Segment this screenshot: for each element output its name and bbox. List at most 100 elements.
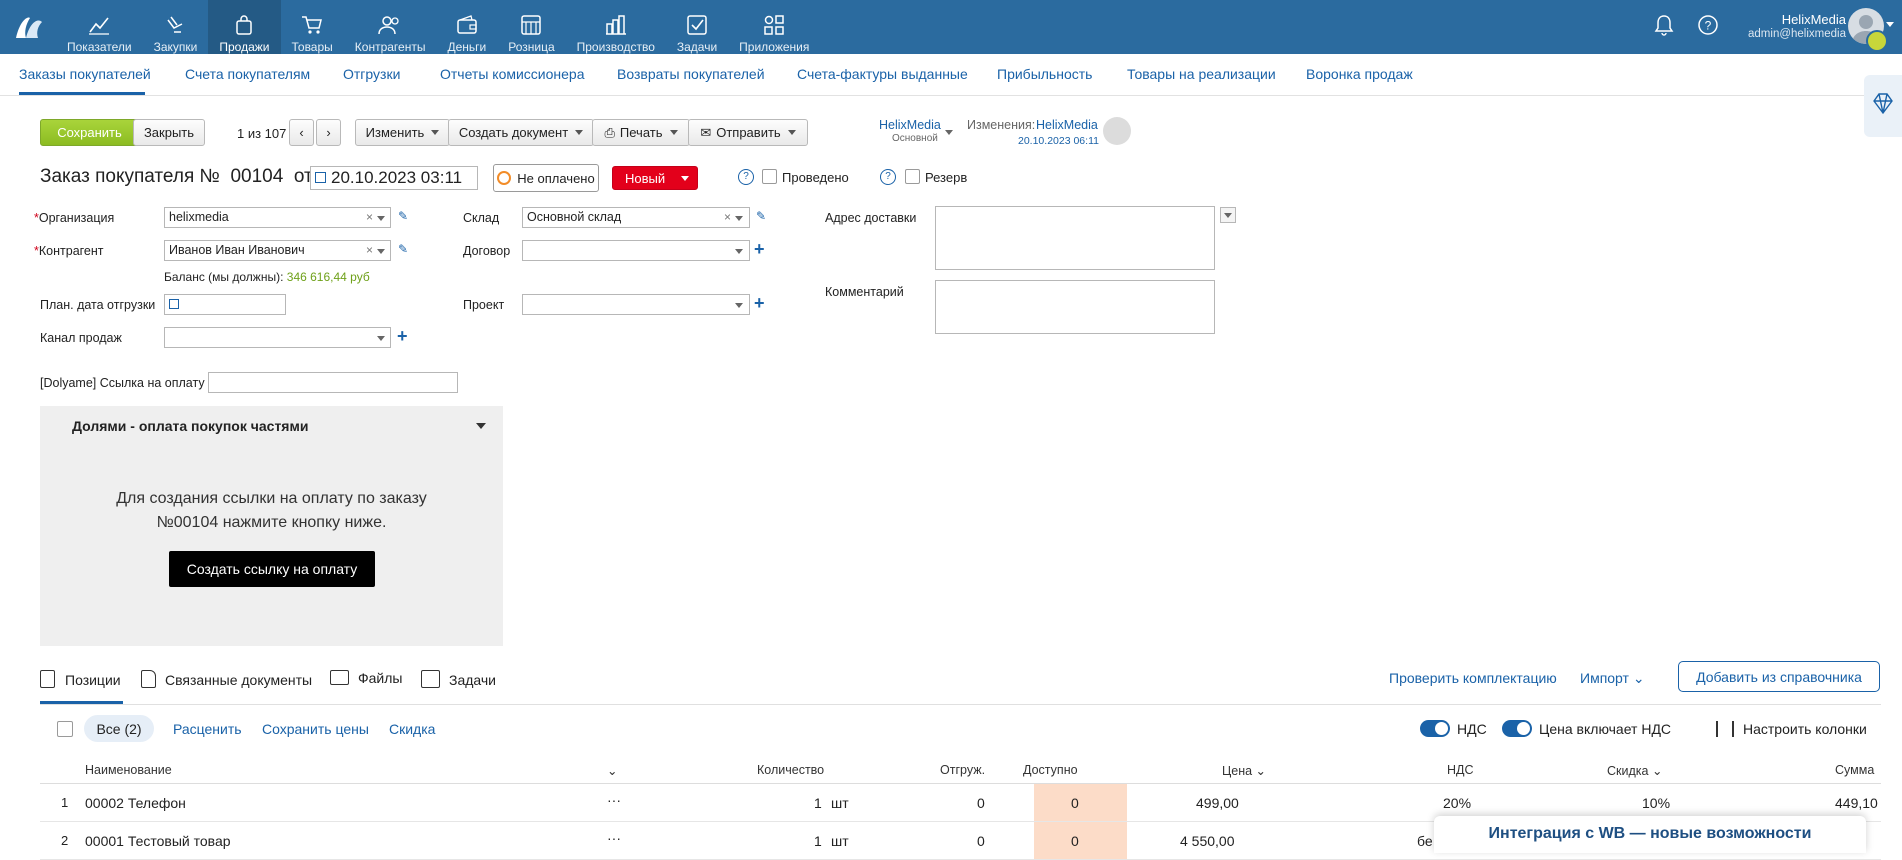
tab-customer-orders[interactable]: Заказы покупателей	[19, 66, 151, 82]
tab-tasks[interactable]: Задачи	[421, 670, 496, 688]
chevron-down-icon[interactable]	[1886, 22, 1894, 27]
tab-customer-returns[interactable]: Возвраты покупателей	[617, 66, 765, 82]
filter-all-chip[interactable]: Все (2)	[84, 715, 154, 742]
chevron-down-icon[interactable]	[377, 249, 385, 254]
changes-user[interactable]: HelixMedia	[1036, 118, 1098, 132]
tab-profitability[interactable]: Прибыльность	[997, 66, 1092, 82]
header-shipped[interactable]: Отгруж.	[940, 763, 985, 777]
status-dropdown[interactable]: Новый	[612, 166, 698, 190]
nav-item-goods[interactable]: Товары	[281, 0, 344, 54]
header-vat[interactable]: НДС	[1447, 763, 1474, 777]
add-icon[interactable]: +	[754, 240, 765, 258]
chevron-down-icon[interactable]	[735, 249, 743, 254]
contractor-field[interactable]: Иванов Иван Иванович	[164, 240, 391, 261]
header-available[interactable]: Доступно	[1023, 763, 1078, 777]
chevron-down-icon[interactable]	[377, 336, 385, 341]
user-info[interactable]: HelixMedia admin@helixmedia	[1730, 12, 1846, 40]
pencil-icon[interactable]: ✎	[756, 209, 766, 223]
contract-field[interactable]	[522, 240, 750, 261]
promo-banner[interactable]: Интеграция с WB — новые возможности	[1434, 816, 1866, 853]
nav-item-purchases[interactable]: Закупки	[143, 0, 209, 54]
comment-field[interactable]	[935, 280, 1215, 334]
save-prices-link[interactable]: Сохранить цены	[262, 721, 369, 737]
more-icon[interactable]: ···	[607, 792, 621, 808]
header-price[interactable]: Цена ⌄	[1222, 763, 1266, 778]
nav-item-dashboard[interactable]: Показатели	[56, 0, 143, 54]
tab-invoices-issued[interactable]: Счета-фактуры выданные	[797, 66, 968, 82]
vat-value[interactable]: 20%	[1443, 795, 1471, 811]
add-icon[interactable]: +	[754, 294, 765, 312]
reprice-link[interactable]: Расценить	[173, 721, 242, 737]
chevron-down-icon[interactable]	[735, 216, 743, 221]
price-value[interactable]: 499,00	[1196, 795, 1239, 811]
tab-customer-invoices[interactable]: Счета покупателям	[185, 66, 310, 82]
clear-icon[interactable]: ×	[366, 210, 373, 224]
nav-item-sales[interactable]: Продажи	[208, 0, 281, 54]
dolyame-link-field[interactable]	[208, 372, 458, 393]
nav-item-apps[interactable]: Приложения	[728, 0, 820, 54]
owner-name[interactable]: HelixMedia	[879, 118, 941, 132]
header-name[interactable]: Наименование	[85, 763, 172, 777]
send-button[interactable]: ✉ Отправить	[688, 119, 808, 146]
diamond-icon[interactable]	[1864, 75, 1902, 137]
select-all-checkbox[interactable]	[57, 721, 73, 737]
reserve-checkbox[interactable]	[905, 169, 920, 184]
caret-down-icon[interactable]	[476, 423, 486, 429]
discount-value[interactable]: 10%	[1642, 795, 1670, 811]
add-icon[interactable]: +	[397, 327, 408, 345]
order-date-field[interactable]: 20.10.2023 03:11	[310, 166, 478, 190]
chevron-down-icon[interactable]	[945, 130, 953, 135]
nav-item-retail[interactable]: Розница	[497, 0, 565, 54]
logo-icon[interactable]	[14, 14, 44, 40]
product-link[interactable]: 00002 Телефон	[85, 795, 186, 811]
tab-related-documents[interactable]: Связанные документы	[141, 670, 312, 688]
header-sum[interactable]: Сумма	[1835, 763, 1874, 777]
tab-sales-funnel[interactable]: Воронка продаж	[1306, 66, 1413, 82]
posted-checkbox[interactable]	[762, 169, 777, 184]
vat-value[interactable]: бе	[1417, 833, 1433, 849]
tab-goods-on-sale[interactable]: Товары на реализации	[1127, 66, 1276, 82]
import-dropdown[interactable]: Импорт ⌄	[1580, 670, 1645, 687]
product-link[interactable]: 00001 Тестовый товар	[85, 833, 231, 849]
project-field[interactable]	[522, 294, 750, 315]
plan-date-field[interactable]	[164, 294, 286, 315]
vat-toggle[interactable]	[1420, 720, 1450, 737]
tab-positions[interactable]: Позиции	[40, 670, 121, 688]
print-button[interactable]: ⎙ Печать	[592, 119, 690, 146]
dolyame-title[interactable]: Долями - оплата покупок частями	[72, 418, 308, 434]
quantity-value[interactable]: 1	[814, 795, 822, 811]
expand-button[interactable]	[1220, 207, 1236, 223]
discount-link[interactable]: Скидка	[389, 721, 435, 737]
payment-status-button[interactable]: Не оплачено	[493, 164, 599, 192]
prev-button[interactable]: ‹	[289, 119, 314, 146]
clear-icon[interactable]: ×	[724, 210, 731, 224]
price-includes-vat-toggle[interactable]	[1502, 720, 1532, 737]
nav-item-contractors[interactable]: Контрагенты	[344, 0, 437, 54]
more-icon[interactable]: ···	[607, 830, 621, 846]
save-button[interactable]: Сохранить	[40, 119, 139, 146]
delivery-address-field[interactable]	[935, 206, 1215, 270]
header-quantity[interactable]: Количество	[757, 763, 824, 777]
add-from-catalog-button[interactable]: Добавить из справочника	[1678, 661, 1880, 692]
chevron-down-icon[interactable]	[735, 303, 743, 308]
close-button[interactable]: Закрыть	[133, 119, 205, 146]
nav-item-production[interactable]: Производство	[566, 0, 666, 54]
nav-item-money[interactable]: Деньги	[436, 0, 497, 54]
header-discount[interactable]: Скидка ⌄	[1607, 763, 1662, 778]
tab-commission-reports[interactable]: Отчеты комиссионера	[440, 66, 585, 82]
pencil-icon[interactable]: ✎	[398, 242, 408, 256]
chevron-down-icon[interactable]	[377, 216, 385, 221]
check-completeness-link[interactable]: Проверить комплектацию	[1389, 670, 1557, 686]
quantity-value[interactable]: 1	[814, 833, 822, 849]
tab-files[interactable]: Файлы	[330, 670, 402, 686]
help-icon[interactable]: ?	[738, 169, 754, 185]
warehouse-field[interactable]: Основной склад	[522, 207, 750, 228]
configure-columns-button[interactable]: Настроить колонки	[1716, 721, 1867, 737]
next-button[interactable]: ›	[316, 119, 341, 146]
create-document-button[interactable]: Создать документ	[448, 119, 594, 146]
edit-button[interactable]: Изменить	[355, 119, 450, 146]
nav-item-tasks[interactable]: Задачи	[666, 0, 728, 54]
chevron-down-icon[interactable]: ⌄	[607, 763, 617, 778]
help-icon[interactable]: ?	[880, 169, 896, 185]
organization-field[interactable]: helixmedia	[164, 207, 391, 228]
